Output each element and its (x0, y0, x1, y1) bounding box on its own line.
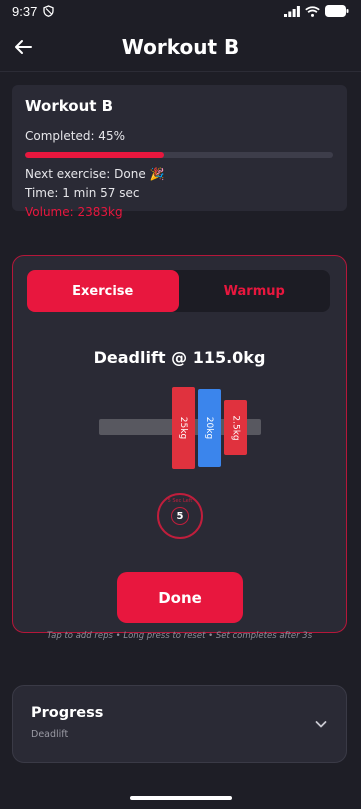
plate-label: 25kg (178, 416, 189, 440)
status-left: 9:37 (12, 4, 54, 19)
rep-counter-button[interactable]: 5 Sec Left 5 (157, 493, 203, 539)
exercise-card: Exercise Warmup Deadlift @ 115.0kg 25kg … (12, 255, 347, 641)
hint-text: Tap to add reps • Long press to reset • … (46, 631, 313, 641)
chevron-down-icon[interactable] (314, 717, 328, 731)
exercise-heading: Deadlift @ 115.0kg (93, 348, 266, 367)
battery-icon (325, 5, 349, 17)
plate-25kg: 25kg (172, 387, 195, 469)
signal-icon (284, 5, 300, 17)
progress-title: Progress (31, 705, 104, 721)
rep-count: 5 (171, 507, 189, 525)
summary-title: Workout B (25, 97, 114, 115)
exercise-warmup-toggle: Exercise Warmup (27, 270, 330, 312)
volume-text: Volume: 2383kg (25, 205, 123, 219)
workout-progress-fill (25, 152, 164, 158)
rest-timer-text: 5 Sec Left (167, 498, 193, 504)
page-title: Workout B (121, 34, 240, 59)
plate-label: 20kg (204, 416, 215, 440)
plate-20kg: 20kg (198, 389, 221, 467)
app-bar: Workout B (0, 22, 361, 72)
tab-exercise[interactable]: Exercise (27, 270, 179, 312)
workout-progress-bar (25, 152, 333, 158)
wifi-icon (305, 5, 320, 17)
home-indicator[interactable] (130, 796, 232, 800)
status-time: 9:37 (12, 3, 38, 19)
plate-label: 2.5kg (230, 414, 241, 441)
status-right (284, 5, 349, 17)
elapsed-time-text: Time: 1 min 57 sec (25, 186, 140, 200)
shield-icon (43, 5, 54, 17)
completed-text: Completed: 45% (25, 129, 125, 143)
done-button[interactable]: Done (117, 572, 243, 623)
status-bar: 9:37 (0, 0, 361, 22)
back-button[interactable] (10, 34, 36, 60)
progress-section[interactable]: Progress Deadlift (12, 685, 347, 763)
workout-summary-card: Workout B Completed: 45% Next exercise: … (12, 85, 347, 219)
next-exercise-text: Next exercise: Done 🎉 (25, 167, 165, 181)
tab-warmup[interactable]: Warmup (179, 270, 331, 312)
arrow-left-icon (15, 40, 32, 54)
plate-2-5kg: 2.5kg (224, 400, 247, 455)
progress-subtitle: Deadlift (31, 729, 69, 740)
barbell-visual: 25kg 20kg 2.5kg (99, 387, 263, 473)
